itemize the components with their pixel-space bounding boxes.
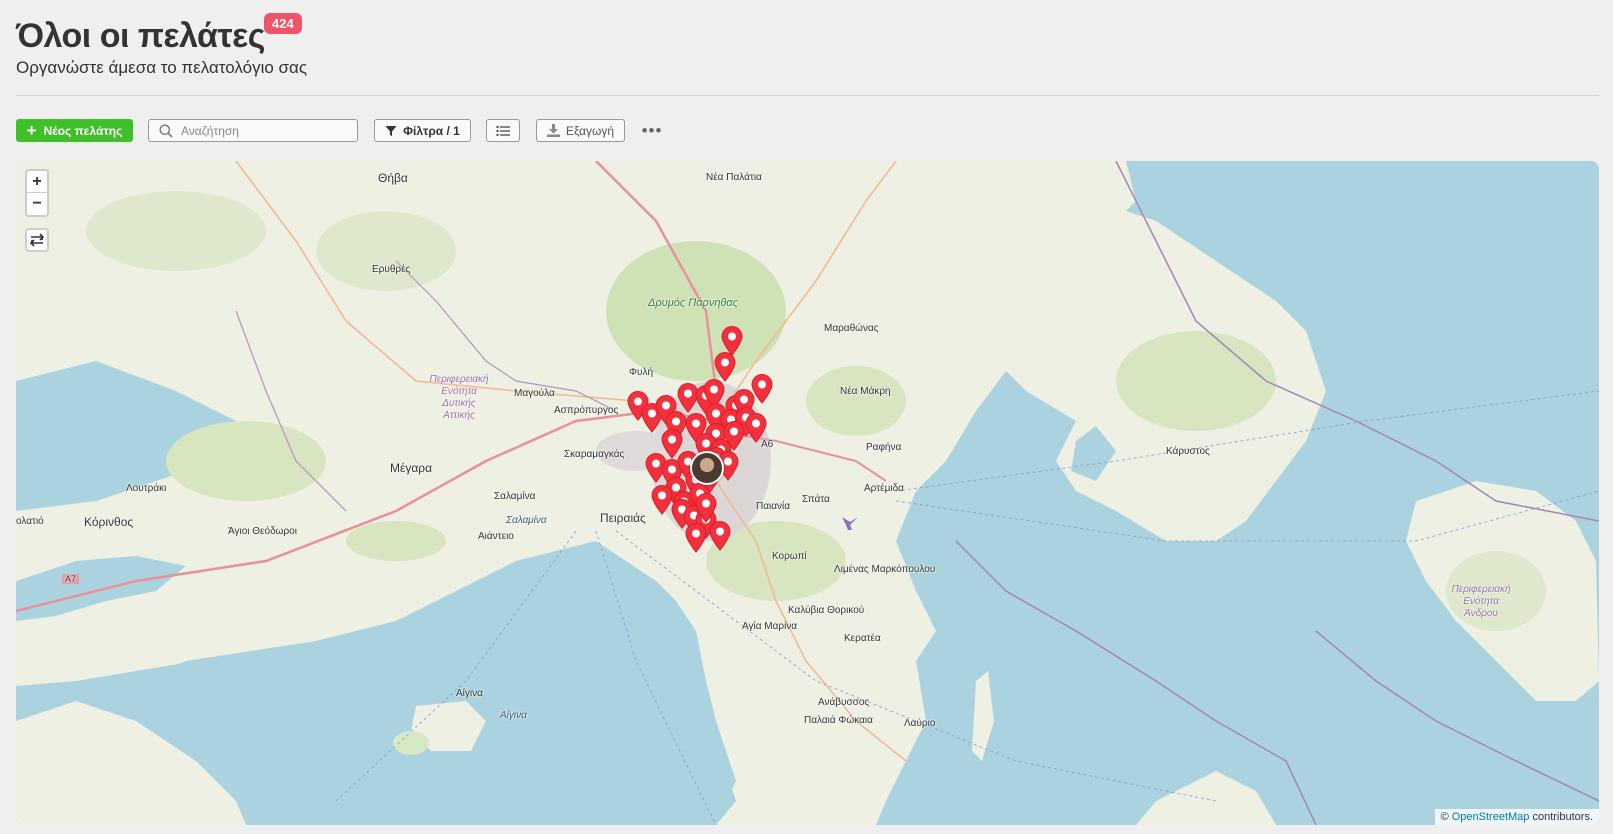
attribution-suffix: contributors. <box>1532 811 1593 823</box>
page-title: Όλοι οι πελάτες <box>16 17 265 55</box>
user-avatar-marker[interactable] <box>690 451 724 485</box>
download-icon <box>546 124 560 137</box>
place-label: Νέα Μάκρη <box>840 386 891 397</box>
place-label: Αίγινα <box>500 710 527 721</box>
place-label: Μαραθώνας <box>824 323 879 334</box>
zoom-in-button[interactable]: + <box>27 171 47 193</box>
place-label: Ραφήνα <box>866 442 902 453</box>
place-label: Μέγαρα <box>390 461 433 475</box>
page-subtitle: Οργανώστε άμεσα το πελατολόγιο σας <box>16 58 308 77</box>
customer-count-badge: 424 <box>264 13 302 34</box>
place-label: Φυλή <box>629 367 654 378</box>
list-icon <box>496 125 510 136</box>
title-row: Όλοι οι πελάτες 424 <box>16 13 302 58</box>
customer-marker-icon[interactable] <box>695 493 717 523</box>
osm-link[interactable]: OpenStreetMap <box>1452 811 1530 823</box>
place-label: Κερατέα <box>844 633 881 644</box>
place-label: Άγιοι Θεόδωροι <box>228 526 297 537</box>
header-divider <box>16 95 1599 96</box>
customer-marker-icon[interactable] <box>745 413 767 443</box>
place-label: A7 <box>62 574 80 584</box>
customer-marker-icon[interactable] <box>661 429 683 459</box>
attribution-prefix: © <box>1440 811 1449 823</box>
place-label: Νέα Παλάτια <box>706 172 762 183</box>
reset-view-button[interactable] <box>25 228 49 252</box>
place-label: Αγία Μαρίνα <box>742 621 798 632</box>
more-options-icon[interactable]: ••• <box>641 119 663 142</box>
list-view-button[interactable] <box>486 119 520 142</box>
place-label: Αίγινα <box>456 688 483 699</box>
new-customer-label: Νέος πελάτης <box>43 123 123 138</box>
place-label: Ανάβυσσος <box>818 697 870 708</box>
zoom-out-button[interactable]: − <box>27 193 47 215</box>
place-label: Σπάτα <box>802 494 830 505</box>
place-label: Παιανία <box>756 501 791 512</box>
plus-icon: + <box>26 121 37 140</box>
customer-marker-icon[interactable] <box>685 523 707 553</box>
place-label: Αρτέμιδα <box>864 483 904 494</box>
export-label: Εξαγωγή <box>565 123 615 138</box>
reset-view-icon <box>29 233 45 247</box>
filter-icon <box>385 125 397 136</box>
place-label: Θήβα <box>378 171 408 185</box>
filter-button[interactable]: Φίλτρα / 1 <box>374 119 471 142</box>
search-input[interactable] <box>181 123 351 138</box>
place-label: Σαλαμίνα <box>506 515 547 526</box>
place-label: Μαγούλα <box>514 388 555 399</box>
filter-label: Φίλτρα / 1 <box>403 123 460 138</box>
customer-marker-icon[interactable] <box>714 352 736 382</box>
toolbar: + Νέος πελάτης Φίλτρα / 1 Εξαγωγή ••• <box>16 119 1599 143</box>
place-label: Παλαιά Φώκαια <box>804 715 873 726</box>
place-label: Σαλαμίνα <box>494 491 536 502</box>
new-customer-button[interactable]: + Νέος πελάτης <box>16 119 133 142</box>
place-label: Ερυθρές <box>372 264 411 275</box>
place-label: Περιφερειακή Ενότητα Άνδρου <box>1451 584 1511 619</box>
place-label: ολατιό <box>16 516 44 527</box>
place-label: Καλύβια Θορικού <box>788 605 865 616</box>
place-label: Δρυμός Πάρνηθας <box>648 297 739 309</box>
place-label: Λαύριο <box>904 718 936 729</box>
place-label: Περιφερειακή Ενότητα Δυτικής Αττικής <box>429 374 489 421</box>
export-button[interactable]: Εξαγωγή <box>536 119 625 142</box>
place-label: Κάρυστος <box>1166 446 1210 457</box>
place-label: Ασπρόπυργος <box>554 405 619 416</box>
customers-map[interactable]: Θήβα Νέα Παλάτια Ερυθρές Δρυμός Πάρνηθας… <box>16 161 1599 825</box>
zoom-control: + − <box>25 169 49 217</box>
place-label: Λιμένας Μαρκόπουλου <box>834 564 936 575</box>
place-label: Λουτράκι <box>126 483 167 494</box>
place-label: Αιάντειο <box>478 531 514 542</box>
place-label: Πειραιάς <box>600 511 646 525</box>
map-attribution: © OpenStreetMap contributors. <box>1434 809 1599 825</box>
customer-marker-icon[interactable] <box>651 485 673 515</box>
customer-marker-icon[interactable] <box>709 521 731 551</box>
page-header: Όλοι οι πελάτες 424 Οργανώστε άμεσα το π… <box>16 13 308 78</box>
search-box[interactable] <box>148 119 358 142</box>
search-icon <box>159 124 173 138</box>
place-label: Σκαραμαγκάς <box>564 449 625 460</box>
place-label: Κόρινθος <box>84 515 134 529</box>
place-label: Κορωπί <box>772 551 807 562</box>
